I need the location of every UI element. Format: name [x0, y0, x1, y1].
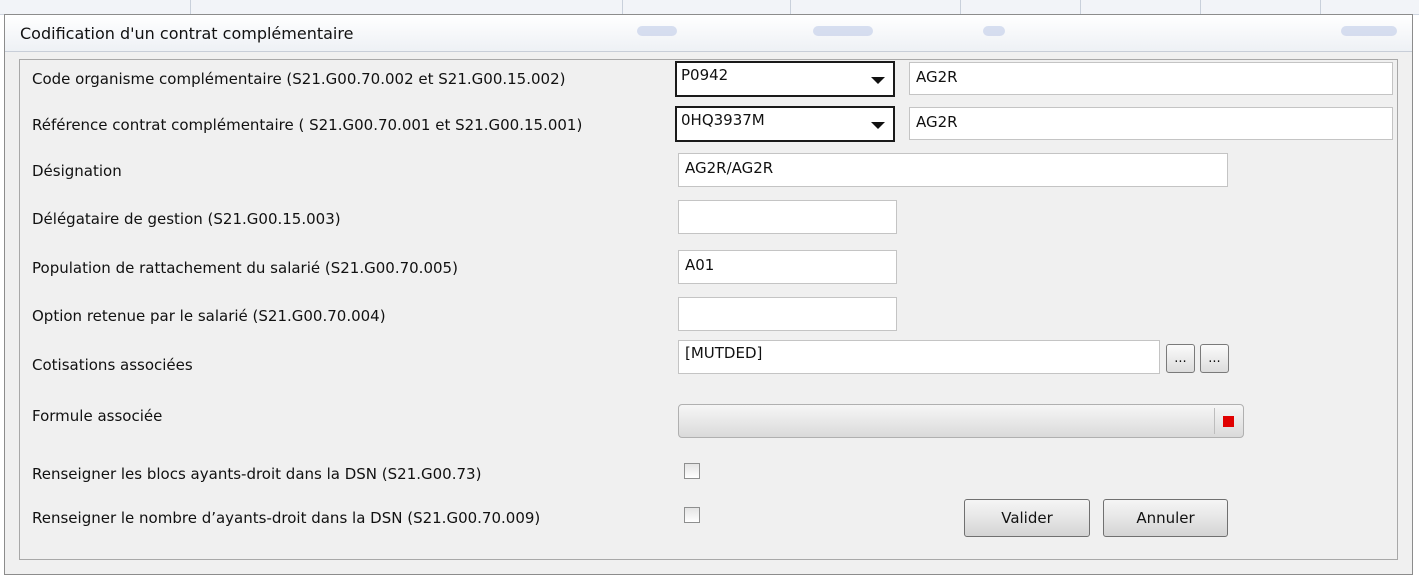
population-label: Population de rattachement du salarié (S… — [32, 259, 458, 277]
column-separator — [190, 0, 191, 14]
nombre-ayants-droit-label: Renseigner le nombre d’ayants-droit dans… — [32, 509, 541, 527]
valider-button[interactable]: Valider — [964, 499, 1090, 537]
reference-contrat-name-field[interactable]: AG2R — [909, 107, 1393, 140]
cotisations-field[interactable]: [MUTDED] — [678, 340, 1160, 374]
delegataire-label: Délégataire de gestion (S21.G00.15.003) — [32, 210, 341, 228]
column-separator — [1320, 0, 1321, 14]
reference-contrat-combo[interactable]: 0HQ3937M — [675, 106, 895, 142]
designation-field[interactable]: AG2R/AG2R — [678, 153, 1228, 187]
code-organisme-value: P0942 — [681, 66, 729, 84]
blocs-ayants-droit-label: Renseigner les blocs ayants-droit dans l… — [32, 465, 482, 483]
code-organisme-combo[interactable]: P0942 — [675, 61, 895, 97]
blurred-background-text — [813, 26, 873, 36]
blurred-background-text — [1341, 26, 1397, 36]
code-organisme-name-field[interactable]: AG2R — [909, 62, 1393, 95]
option-label: Option retenue par le salarié (S21.G00.7… — [32, 307, 386, 325]
form-panel: Code organisme complémentaire (S21.G00.7… — [19, 59, 1398, 560]
designation-label: Désignation — [32, 162, 122, 180]
population-field[interactable]: A01 — [678, 250, 897, 284]
reference-contrat-name: AG2R — [916, 113, 958, 131]
column-separator — [1080, 0, 1081, 14]
population-value: A01 — [685, 256, 715, 274]
column-separator — [960, 0, 961, 14]
blurred-background-text — [983, 26, 1005, 36]
dialog-titlebar[interactable]: Codification d'un contrat complémentaire — [5, 15, 1412, 52]
column-separator — [622, 0, 623, 14]
option-field[interactable] — [678, 297, 897, 331]
cotisations-browse-button[interactable]: ... — [1166, 344, 1195, 373]
stop-indicator-icon[interactable] — [1223, 416, 1234, 427]
blocs-ayants-droit-checkbox[interactable] — [684, 463, 700, 479]
column-separator — [790, 0, 791, 14]
background-window-header — [0, 0, 1419, 15]
reference-contrat-value: 0HQ3937M — [681, 111, 765, 129]
delegataire-field[interactable] — [678, 200, 897, 234]
cotisations-edit-button[interactable]: ... — [1200, 344, 1229, 373]
cotisations-label: Cotisations associées — [32, 356, 193, 374]
code-organisme-label: Code organisme complémentaire (S21.G00.7… — [32, 70, 566, 88]
blurred-background-text — [637, 26, 677, 36]
formule-divider — [1214, 408, 1215, 434]
column-separator — [1200, 0, 1201, 14]
chevron-down-icon[interactable] — [871, 122, 885, 129]
annuler-button[interactable]: Annuler — [1103, 499, 1228, 537]
code-organisme-name: AG2R — [916, 68, 958, 86]
nombre-ayants-droit-checkbox[interactable] — [684, 507, 700, 523]
reference-contrat-label: Référence contrat complémentaire ( S21.G… — [32, 116, 583, 134]
dialog-title: Codification d'un contrat complémentaire — [20, 24, 354, 43]
cotisations-value: [MUTDED] — [685, 344, 763, 362]
formule-selector[interactable] — [678, 404, 1244, 438]
formule-label: Formule associée — [32, 407, 163, 425]
contract-dialog: Codification d'un contrat complémentaire… — [4, 14, 1413, 575]
designation-value: AG2R/AG2R — [685, 159, 774, 177]
chevron-down-icon[interactable] — [871, 77, 885, 84]
